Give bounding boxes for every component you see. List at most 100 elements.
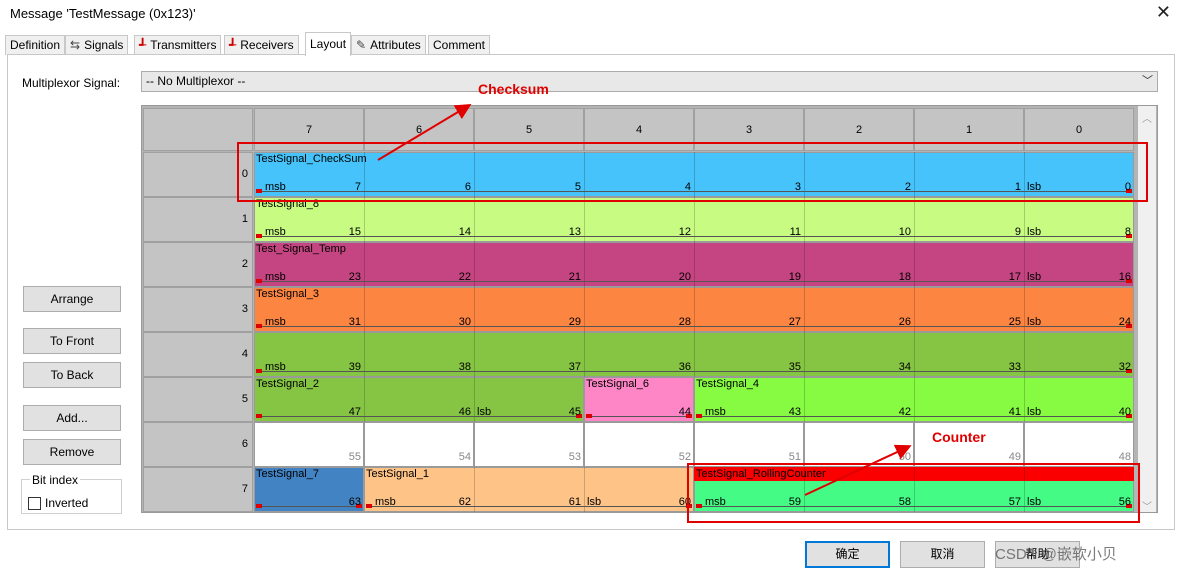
row-header: 3 [143, 287, 253, 332]
bit-number: 18 [898, 271, 911, 283]
tab-comment[interactable]: Comment [428, 35, 491, 55]
bit-number: 46 [458, 406, 471, 418]
title-bar: Message 'TestMessage (0x123)' ✕ [0, 0, 1181, 30]
signals-icon: ⇆ [70, 38, 81, 52]
signal-name: TestSignal_4 [696, 378, 759, 390]
bit-number: 26 [898, 316, 911, 328]
range-start-marker [696, 414, 702, 418]
to-back-button[interactable]: To Back [23, 362, 121, 388]
arrange-button[interactable]: Arrange [23, 286, 121, 312]
signal-name: Test_Signal_Temp [256, 243, 346, 255]
range-start-marker [256, 234, 262, 238]
range-start-marker [256, 414, 262, 418]
transmitter-icon: ┹ [139, 38, 147, 52]
add-button[interactable]: Add... [23, 405, 121, 431]
tab-label: Definition [10, 38, 61, 52]
tab-signals[interactable]: ⇆ Signals [65, 35, 129, 55]
row-header: 4 [143, 332, 253, 377]
tab-definition[interactable]: Definition [5, 35, 66, 55]
bit-number: 36 [678, 361, 691, 373]
bit-number: 28 [678, 316, 691, 328]
bit-number: 50 [898, 451, 911, 463]
tab-label: Receivers [240, 38, 294, 52]
close-icon[interactable]: ✕ [1156, 2, 1171, 23]
checksum-annotation: Checksum [478, 81, 549, 97]
bit-number: 8 [1124, 226, 1131, 238]
receiver-icon: ┹ [229, 38, 237, 52]
multiplexor-value: -- No Multiplexor -- [146, 74, 246, 88]
bit-number: 22 [458, 271, 471, 283]
tab-label: Attributes [370, 38, 421, 52]
bit-number: 11 [789, 226, 801, 238]
counter-annotation: Counter [932, 429, 986, 445]
bit-number: 20 [678, 271, 691, 283]
multiplexor-label: Multiplexor Signal: [22, 76, 121, 90]
bit-number: 34 [898, 361, 911, 373]
bit-number: 12 [678, 226, 691, 238]
multiplexor-select[interactable]: -- No Multiplexor -- ﹀ [141, 71, 1158, 92]
tab-label: Comment [433, 38, 486, 52]
bit-number: 42 [898, 406, 911, 418]
bit-number: 21 [568, 271, 581, 283]
range-start-marker [256, 504, 262, 508]
bit-number: 29 [568, 316, 581, 328]
signal-name: TestSignal_6 [586, 378, 649, 390]
bit-number: 24 [1118, 316, 1131, 328]
signal-name: TestSignal_3 [256, 288, 319, 300]
bit-number: 51 [788, 451, 801, 463]
bit-number: 32 [1118, 361, 1131, 373]
tab-attributes[interactable]: ✎ Attributes [351, 35, 426, 55]
watermark: CSDN @嵌软小贝 [995, 546, 1117, 563]
bit-number: 23 [348, 271, 361, 283]
bit-number: 47 [348, 406, 361, 418]
tab-label: Signals [84, 38, 124, 52]
bit-number: 13 [568, 226, 581, 238]
chevron-down-icon: ﹀ [1142, 75, 1153, 87]
bit-number: 49 [1008, 451, 1021, 463]
bit-number: 62 [458, 496, 471, 508]
inverted-checkbox[interactable] [28, 497, 41, 510]
bit-number: 54 [458, 451, 471, 463]
window-title: Message 'TestMessage (0x123)' [10, 6, 196, 21]
tab-receivers[interactable]: ┹ Receivers [224, 35, 299, 55]
bit-number: 35 [788, 361, 801, 373]
row-header: 2 [143, 242, 253, 287]
scroll-down-icon[interactable]: ﹀ [1142, 498, 1152, 513]
bit-number: 53 [568, 451, 581, 463]
bit-number: 44 [678, 406, 691, 418]
bit-number: 63 [348, 496, 361, 508]
bit-number: 15 [348, 226, 361, 238]
bit-index-group: Bit index Inverted [21, 473, 122, 514]
attributes-icon: ✎ [356, 38, 367, 52]
bit-number: 45 [568, 406, 581, 418]
row-header: 1 [143, 197, 253, 242]
tab-label: Layout [310, 37, 347, 51]
to-front-button[interactable]: To Front [23, 328, 121, 354]
bit-number: 55 [348, 451, 361, 463]
signal-name: TestSignal_2 [256, 378, 319, 390]
bit-number: 48 [1118, 451, 1131, 463]
row-header: 7 [143, 467, 253, 512]
scroll-up-icon[interactable]: ︿ [1142, 110, 1152, 125]
signal-name: TestSignal_1 [366, 468, 429, 480]
signal-range-line [257, 416, 581, 417]
bit-number: 31 [348, 316, 361, 328]
tab-transmitters[interactable]: ┹ Transmitters [134, 35, 222, 55]
bit-number: 30 [458, 316, 471, 328]
ok-button[interactable]: 确定 [805, 541, 890, 568]
bit-number: 17 [1008, 271, 1021, 283]
bit-number: 33 [1008, 361, 1021, 373]
bit-number: 37 [568, 361, 581, 373]
tab-layout[interactable]: Layout [305, 32, 352, 56]
bit-number: 25 [1008, 316, 1021, 328]
range-start-marker [256, 279, 262, 283]
bit-number: 61 [568, 496, 581, 508]
signal-range-line [697, 416, 1131, 417]
bit-number: 19 [788, 271, 801, 283]
counter-highlight-box [687, 463, 1140, 523]
remove-button[interactable]: Remove [23, 439, 121, 465]
cancel-button[interactable]: 取消 [900, 541, 985, 568]
range-start-marker [256, 324, 262, 328]
signal-name: TestSignal_7 [256, 468, 319, 480]
row-header: 6 [143, 422, 253, 467]
